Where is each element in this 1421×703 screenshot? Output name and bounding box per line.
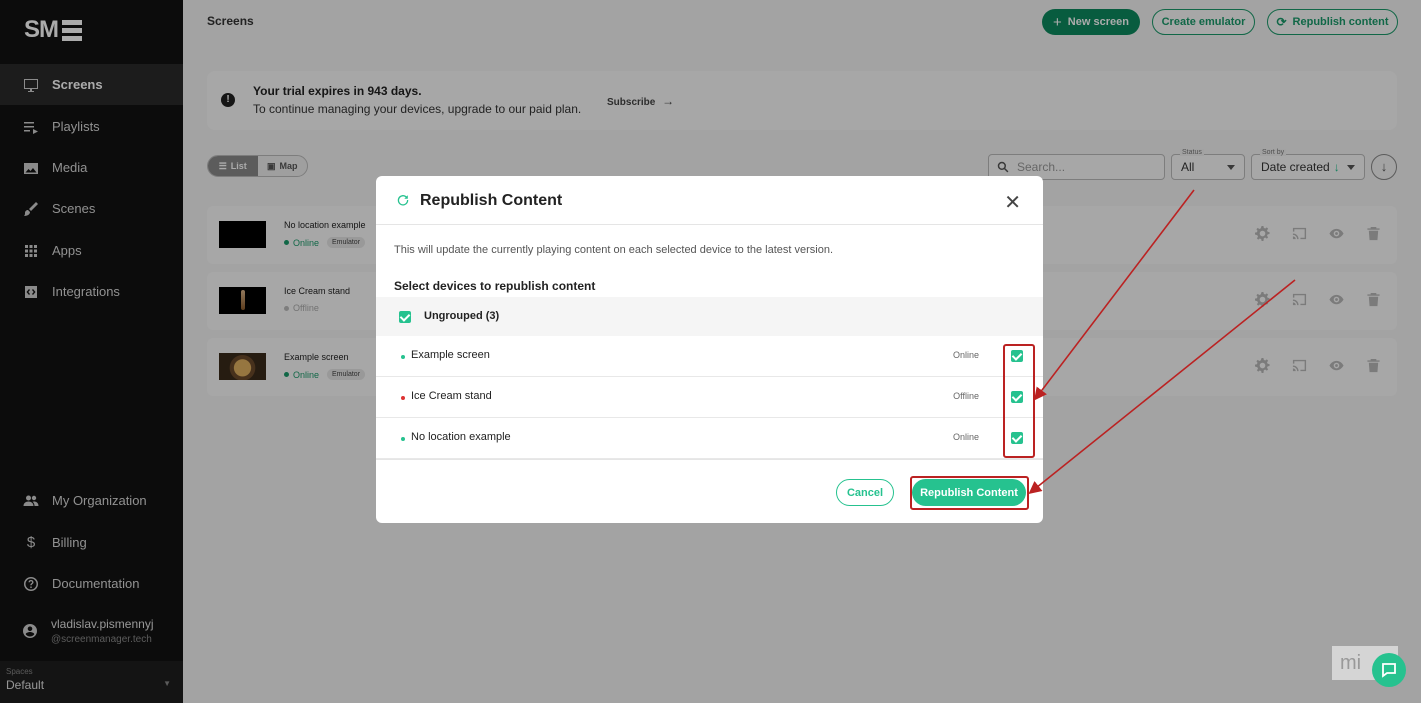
device-row[interactable]: No location example Online: [376, 418, 1043, 459]
device-status: Offline: [953, 391, 979, 401]
status-dot: [401, 355, 405, 359]
annotation-button-highlight: [910, 476, 1029, 510]
dialog-footer-divider: [376, 459, 1043, 460]
device-status: Online: [952, 432, 979, 442]
device-name: Example screen: [411, 349, 490, 361]
annotation-checkbox-highlight: [1003, 344, 1035, 458]
dialog-title: Republish Content: [420, 192, 563, 209]
cancel-button[interactable]: Cancel: [836, 479, 894, 506]
device-status: Online: [952, 350, 979, 360]
chat-widget-button[interactable]: [1372, 653, 1406, 687]
status-dot: [401, 396, 405, 400]
dialog-description: This will update the currently playing c…: [394, 244, 834, 256]
group-checkbox[interactable]: [399, 311, 411, 323]
device-row[interactable]: Example screen Online: [376, 336, 1043, 377]
refresh-icon: [397, 195, 409, 206]
device-row[interactable]: Ice Cream stand Offline: [376, 377, 1043, 418]
select-devices-title: Select devices to republish content: [394, 279, 596, 293]
group-label: Ungrouped (3): [424, 310, 500, 322]
device-group-row: Ungrouped (3): [376, 297, 1043, 336]
chat-icon: [1382, 663, 1396, 678]
republish-dialog: Republish Content ✕ This will update the…: [376, 176, 1043, 523]
dialog-header: Republish Content ✕: [376, 176, 1043, 225]
close-icon[interactable]: ✕: [1004, 190, 1021, 215]
device-name: No location example: [411, 431, 511, 443]
status-dot: [401, 437, 405, 441]
device-name: Ice Cream stand: [411, 390, 492, 402]
